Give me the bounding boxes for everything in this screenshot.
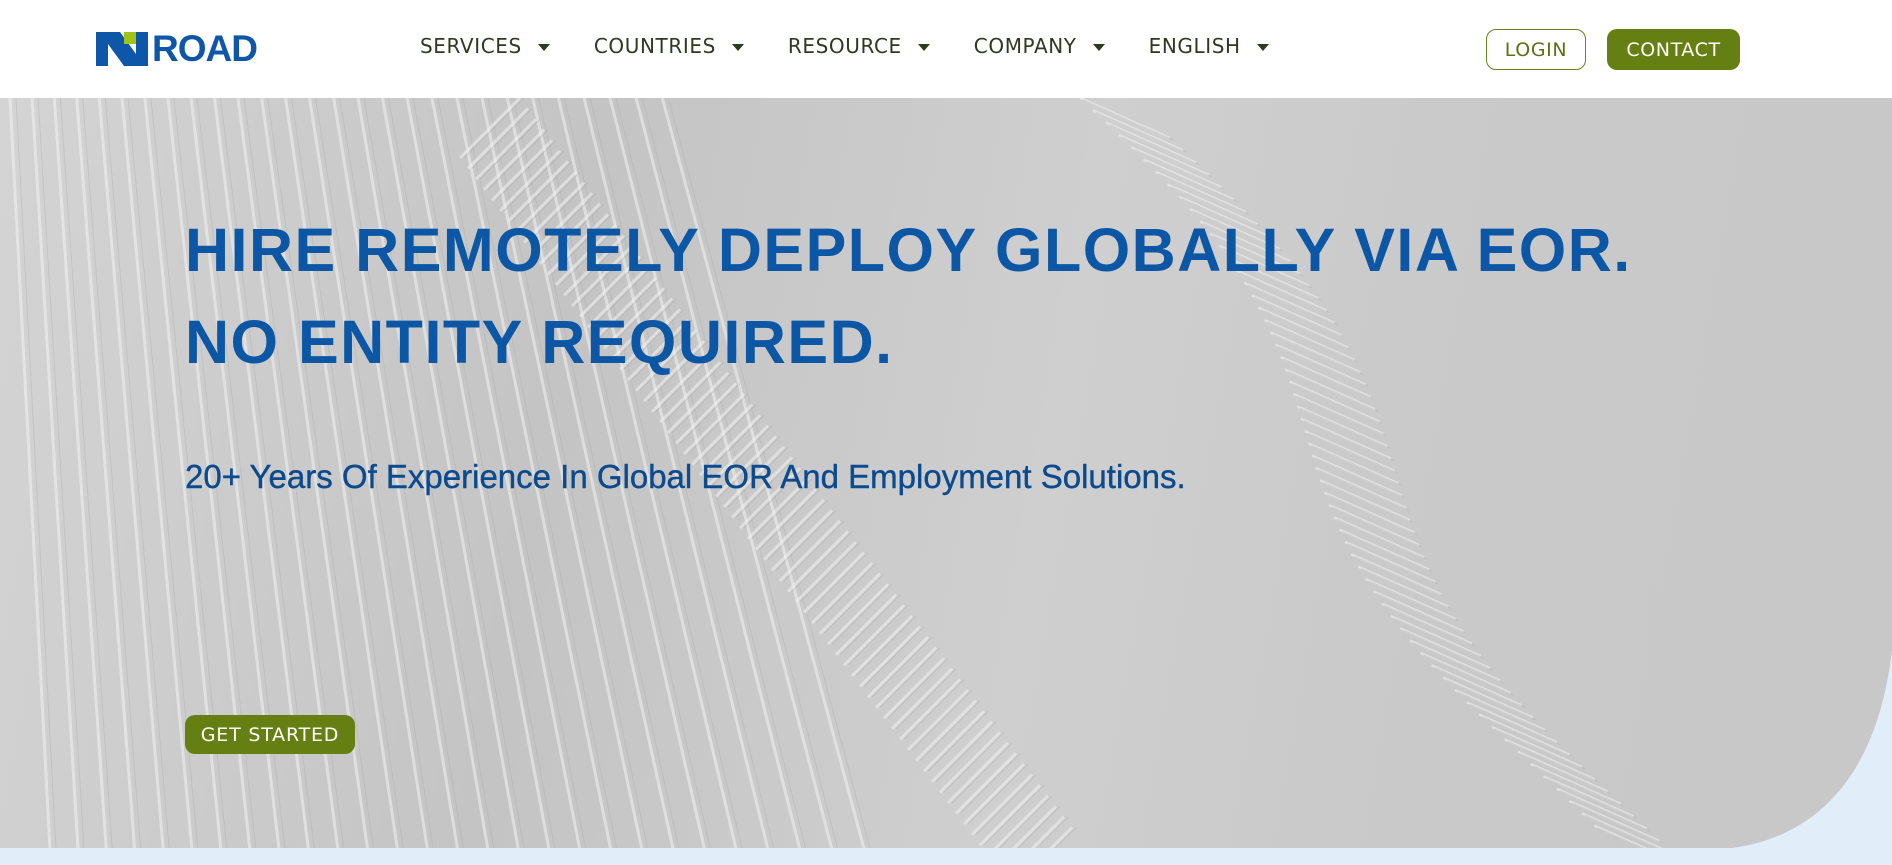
nav-item-resource[interactable]: RESOURCE xyxy=(788,34,930,58)
nav-item-label: COUNTRIES xyxy=(593,34,716,58)
nroad-logo[interactable]: ROAD xyxy=(96,28,258,69)
nav-item-label: RESOURCE xyxy=(787,34,902,58)
section-divider-band xyxy=(0,848,1892,865)
caret-down-icon xyxy=(537,43,550,51)
hero-title-line1: HIRE REMOTELY DEPLOY GLOBALLY VIA EOR. xyxy=(185,216,1632,284)
hero-title: HIRE REMOTELY DEPLOY GLOBALLY VIA EOR. N… xyxy=(185,204,1632,388)
nav-item-label: SERVICES xyxy=(420,34,522,58)
login-button[interactable]: LOGIN xyxy=(1486,29,1586,70)
logo-mark-icon xyxy=(96,32,148,66)
caret-down-icon xyxy=(731,43,744,51)
caret-down-icon xyxy=(917,43,930,51)
nav-item-services[interactable]: SERVICES xyxy=(420,34,550,58)
logo-text: ROAD xyxy=(152,28,258,69)
hero-subtitle: 20+ Years Of Experience In Global EOR An… xyxy=(185,458,1186,495)
site-header: ROAD SERVICES COUNTRIES RESOURCE COMPANY… xyxy=(0,0,1892,98)
caret-down-icon xyxy=(1092,43,1105,51)
hero-corner-curve xyxy=(1712,650,1892,850)
get-started-button[interactable]: GET STARTED xyxy=(185,715,355,754)
caret-down-icon xyxy=(1256,43,1269,51)
main-nav: SERVICES COUNTRIES RESOURCE COMPANY ENGL… xyxy=(420,34,1313,58)
nav-item-company[interactable]: COMPANY xyxy=(974,34,1105,58)
nav-item-countries[interactable]: COUNTRIES xyxy=(594,34,744,58)
hero-title-line2: NO ENTITY REQUIRED. xyxy=(185,308,894,376)
nav-item-label: COMPANY xyxy=(973,34,1077,58)
nav-item-label: ENGLISH xyxy=(1148,34,1241,58)
contact-button[interactable]: CONTACT xyxy=(1607,29,1740,70)
page: ROAD SERVICES COUNTRIES RESOURCE COMPANY… xyxy=(0,0,1892,865)
nav-item-language[interactable]: ENGLISH xyxy=(1149,34,1269,58)
